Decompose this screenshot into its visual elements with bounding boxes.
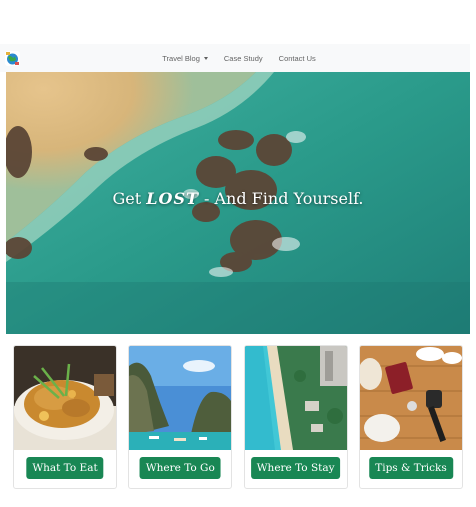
hero-title: Get LOST - And Find Yourself. bbox=[6, 189, 470, 208]
island-cliffs-image bbox=[129, 346, 232, 450]
category-cards: What To Eat Where To Go Where To Stay Ti… bbox=[13, 345, 463, 489]
what-to-eat-button[interactable]: What To Eat bbox=[26, 457, 104, 479]
beach-resort-aerial-image bbox=[244, 346, 347, 450]
nav-item-label: Contact Us bbox=[278, 53, 316, 63]
nav-item-label: Case Study bbox=[223, 53, 263, 63]
card-what-to-eat: What To Eat bbox=[13, 345, 117, 489]
where-to-stay-button[interactable]: Where To Stay bbox=[250, 457, 341, 479]
card-where-to-stay: Where To Stay bbox=[243, 345, 348, 489]
tips-and-tricks-button[interactable]: Tips & Tricks bbox=[369, 457, 453, 479]
nav-travel-blog-dropdown[interactable]: Travel Blog bbox=[162, 54, 208, 63]
nav-case-study-link[interactable]: Case Study bbox=[224, 54, 263, 63]
chevron-down-icon bbox=[203, 56, 208, 60]
nav-contact-us-link[interactable]: Contact Us bbox=[279, 54, 316, 63]
nav-links: Travel Blog Case Study Contact Us bbox=[0, 44, 470, 72]
hero-title-after: - And Find Yourself. bbox=[198, 189, 364, 208]
where-to-go-button[interactable]: Where To Go bbox=[139, 457, 221, 479]
nav-item-label: Travel Blog bbox=[162, 53, 200, 63]
card-tips-and-tricks: Tips & Tricks bbox=[358, 345, 463, 489]
navbar: Travel Blog Case Study Contact Us bbox=[0, 44, 470, 72]
food-noodles-image bbox=[14, 346, 116, 450]
travel-gear-flatlay-image bbox=[359, 346, 462, 450]
page: Travel Blog Case Study Contact Us Get LO… bbox=[0, 0, 476, 507]
hero-banner: Get LOST - And Find Yourself. bbox=[6, 72, 470, 334]
hero-title-accent: LOST bbox=[146, 189, 199, 208]
hero-title-before: Get bbox=[112, 189, 147, 208]
card-where-to-go: Where To Go bbox=[128, 345, 233, 489]
